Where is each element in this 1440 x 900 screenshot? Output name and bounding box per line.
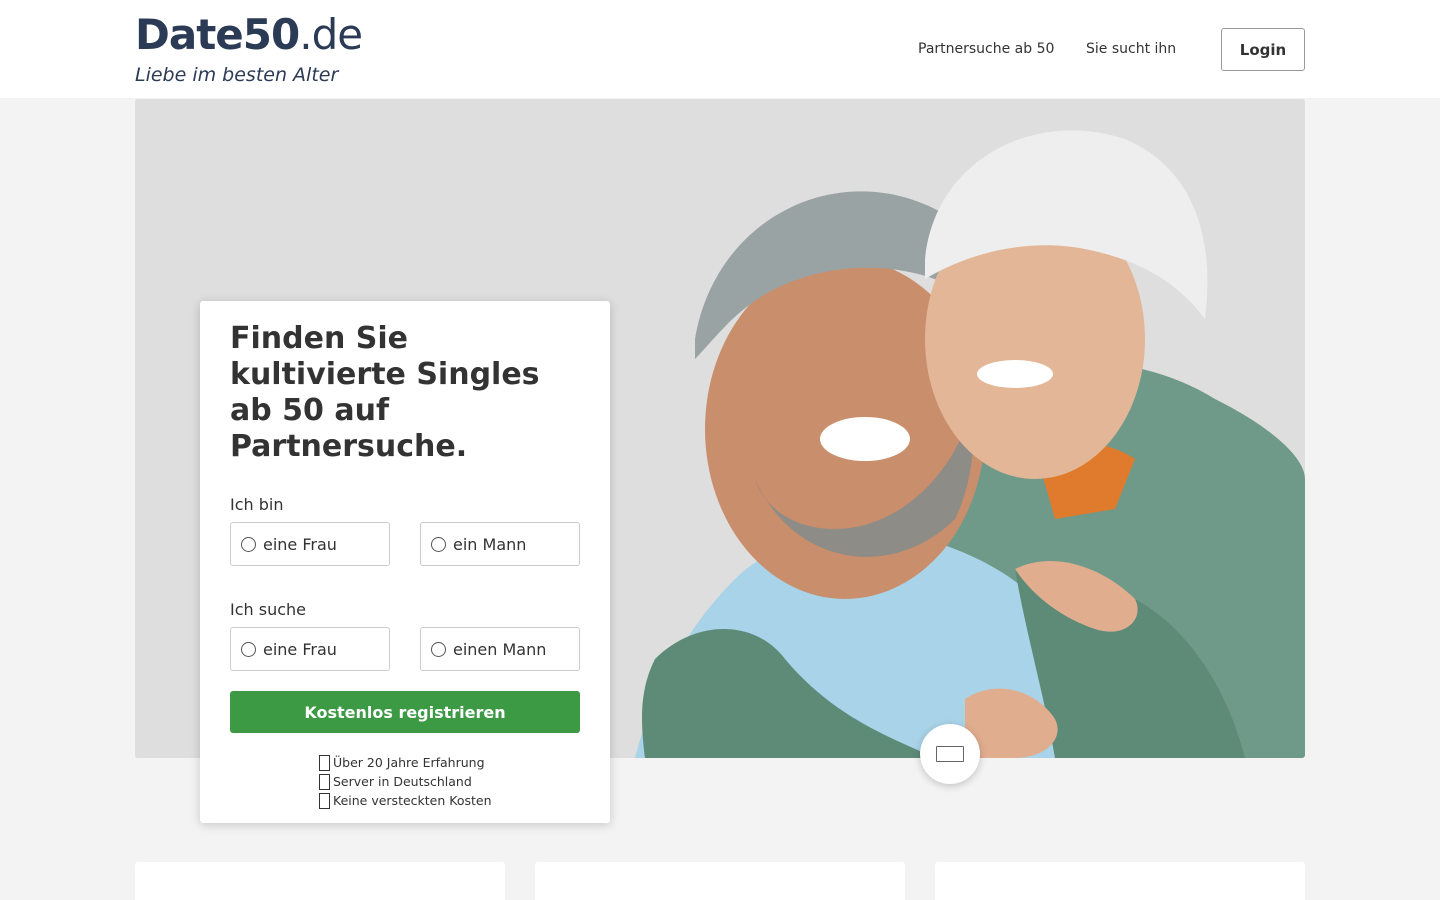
radio-label: eine Frau bbox=[263, 534, 337, 554]
info-card bbox=[935, 862, 1305, 900]
nav-link-partnersuche[interactable]: Partnersuche ab 50 bbox=[918, 41, 1054, 57]
signup-title: Finden Sie kultivierte Singles ab 50 auf… bbox=[230, 321, 540, 464]
scroll-down-button[interactable] bbox=[920, 724, 980, 784]
feature-item: Über 20 Jahre Erfahrung bbox=[319, 753, 580, 772]
nav-link-sie-sucht-ihn[interactable]: Sie sucht ihn bbox=[1086, 41, 1176, 57]
logo-tld: .de bbox=[299, 10, 363, 59]
i-am-options: eine Frau ein Mann bbox=[230, 522, 580, 566]
check-icon bbox=[319, 754, 330, 771]
login-button[interactable]: Login bbox=[1221, 28, 1305, 71]
seeking-label: Ich suche bbox=[230, 600, 306, 619]
info-card bbox=[535, 862, 905, 900]
site-header: Date50.de Liebe im besten Alter Partners… bbox=[0, 0, 1440, 98]
seeking-options: eine Frau einen Mann bbox=[230, 627, 580, 671]
radio-circle-icon bbox=[431, 641, 446, 657]
radio-circle-icon bbox=[241, 536, 256, 552]
i-am-man-radio[interactable]: ein Mann bbox=[420, 522, 580, 566]
i-am-woman-radio[interactable]: eine Frau bbox=[230, 522, 390, 566]
feature-item: Server in Deutschland bbox=[319, 772, 580, 791]
signup-card: Finden Sie kultivierte Singles ab 50 auf… bbox=[200, 301, 610, 823]
check-icon bbox=[319, 792, 330, 809]
feature-text: Server in Deutschland bbox=[333, 774, 472, 789]
radio-label: ein Mann bbox=[453, 534, 527, 554]
radio-circle-icon bbox=[241, 641, 256, 657]
radio-circle-icon bbox=[431, 536, 446, 552]
seeking-woman-radio[interactable]: eine Frau bbox=[230, 627, 390, 671]
radio-label: einen Mann bbox=[453, 639, 547, 659]
feature-list: Über 20 Jahre Erfahrung Server in Deutsc… bbox=[319, 753, 580, 810]
check-icon bbox=[319, 773, 330, 790]
radio-label: eine Frau bbox=[263, 639, 337, 659]
feature-text: Keine versteckten Kosten bbox=[333, 793, 492, 808]
logo-name: Date50 bbox=[135, 10, 300, 59]
register-button[interactable]: Kostenlos registrieren bbox=[230, 691, 580, 733]
logo-tagline: Liebe im besten Alter bbox=[135, 64, 339, 86]
feature-text: Über 20 Jahre Erfahrung bbox=[333, 755, 485, 770]
info-card bbox=[135, 862, 505, 900]
i-am-label: Ich bin bbox=[230, 495, 284, 514]
feature-item: Keine versteckten Kosten bbox=[319, 791, 580, 810]
scroll-down-icon bbox=[936, 746, 964, 762]
logo-wordmark: Date50.de bbox=[135, 12, 375, 58]
logo[interactable]: Date50.de Liebe im besten Alter bbox=[135, 12, 375, 92]
seeking-man-radio[interactable]: einen Mann bbox=[420, 627, 580, 671]
